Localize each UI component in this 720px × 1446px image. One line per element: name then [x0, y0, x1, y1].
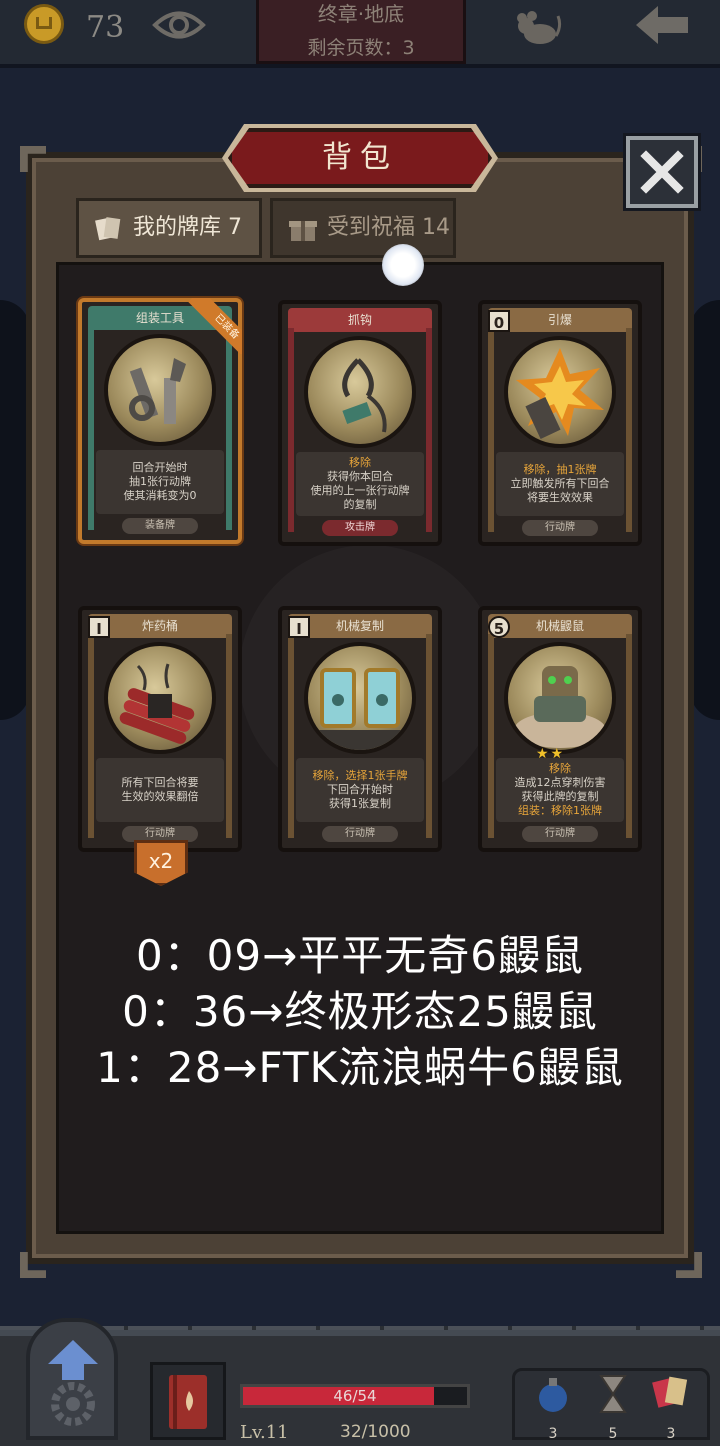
chapter-title: 终章·地底 [317, 2, 405, 26]
caption-line: 1：28→FTK流浪蜗牛6鼹鼠 [96, 1043, 624, 1092]
card-cost: 0 [488, 310, 510, 332]
card-mechanical-copy[interactable]: 机械复制 I 移除，选择1张手牌 下回合开始时 获得1张复制 行动牌 [278, 606, 442, 852]
tab-label: 我的牌库 7 [133, 215, 242, 240]
card-type: 行动牌 [122, 826, 198, 842]
eye-icon[interactable] [152, 6, 206, 44]
card-type: 行动牌 [522, 826, 598, 842]
card-art [504, 336, 616, 448]
dynamite-icon [119, 663, 195, 744]
card-type: 攻击牌 [322, 520, 398, 536]
close-button[interactable] [626, 136, 698, 208]
glow-orb [382, 244, 424, 286]
card-description: 所有下回合将要 生效的效果翻倍 [96, 758, 224, 822]
hourglass-icon [599, 1375, 627, 1413]
coin-icon [24, 4, 64, 44]
xp-text: 32/1000 [340, 1422, 411, 1442]
card-description: 移除，抽1张牌 立即触发所有下回合 将要生效效果 [496, 452, 624, 516]
tab-blessings[interactable]: 受到祝福 14 [270, 198, 456, 258]
book-icon [169, 1375, 207, 1429]
card-art [504, 642, 616, 754]
card-type: 装备牌 [122, 518, 198, 534]
card-cost: 5 [488, 616, 510, 638]
resource-hourglass[interactable]: 5 [588, 1372, 638, 1442]
panel-title: 背包 [322, 140, 398, 175]
caption-line: 0：36→终极形态25鼹鼠 [122, 987, 598, 1036]
card-description: 移除，选择1张手牌 下回合开始时 获得1张复制 [296, 758, 424, 822]
card-detonate[interactable]: 引爆 0 移除，抽1张牌 立即触发所有下回合 将要生效效果 行动牌 [478, 300, 642, 546]
card-art [104, 642, 216, 754]
equipped-ribbon: 已装备 [186, 298, 242, 354]
pages-left: 剩余页数：3 [307, 37, 415, 59]
card-mechanical-mole[interactable]: 机械鼹鼠 5 ★★ 移除 造成12点穿刺伤害 获得此牌的复制 组装：移除1张牌 … [478, 606, 642, 852]
chapter-plate: 终章·地底 剩余页数：3 [256, 0, 466, 64]
card-description: 移除 造成12点穿刺伤害 获得此牌的复制 组装：移除1张牌 [496, 758, 624, 822]
card-description: 移除 获得你本回合 使用的上一张行动牌 的复制 [296, 452, 424, 516]
resource-cards[interactable]: 3 [646, 1372, 696, 1442]
card-tnt-barrel[interactable]: 炸药桶 I 所有下回合将要 生效的效果翻倍 行动牌 [78, 606, 242, 852]
clone-tubes-icon [308, 668, 412, 750]
close-icon [640, 150, 684, 194]
mole-robot-icon [514, 666, 606, 748]
card-assembly-tool[interactable]: 组装工具 已装备 回合开始时 抽1张行动牌 使其消耗变为0 装备牌 [78, 298, 242, 544]
hp-bar: 46/54 [240, 1384, 470, 1408]
card-grappling-hook[interactable]: 抓钩 移除 获得你本回合 使用的上一张行动牌 的复制 攻击牌 [278, 300, 442, 546]
card-cost: I [288, 616, 310, 638]
card-art [304, 642, 416, 754]
cards-icon [652, 1376, 688, 1408]
card-cost: I [88, 616, 110, 638]
card-description: 回合开始时 抽1张行动牌 使其消耗变为0 [96, 450, 224, 514]
deck-book-button[interactable] [150, 1362, 226, 1440]
hook-icon [342, 358, 387, 433]
tab-my-deck[interactable]: 我的牌库 7 [76, 198, 262, 258]
card-type: 行动牌 [322, 826, 398, 842]
rat-icon[interactable] [512, 6, 562, 48]
top-hud: 73 终章·地底 剩余页数：3 [0, 0, 720, 68]
upgrade-button[interactable] [26, 1318, 118, 1440]
coin-count: 73 [86, 10, 125, 45]
tab-label: 受到祝福 14 [327, 215, 450, 240]
cards-icon [95, 217, 121, 241]
card-art [304, 336, 416, 448]
side-shadow [690, 300, 720, 720]
hp-text: 46/54 [333, 1387, 377, 1405]
back-arrow-icon[interactable] [632, 2, 692, 48]
card-type: 行动牌 [522, 520, 598, 536]
gear-arrow-icon [48, 1340, 98, 1426]
gift-icon [289, 221, 317, 241]
explosion-icon [516, 348, 604, 439]
caption-line: 0：09→平平无奇6鼹鼠 [135, 931, 585, 980]
resource-bomb[interactable]: 3 [528, 1372, 578, 1442]
bomb-icon [539, 1378, 567, 1412]
title-banner: 背包 [228, 128, 492, 188]
